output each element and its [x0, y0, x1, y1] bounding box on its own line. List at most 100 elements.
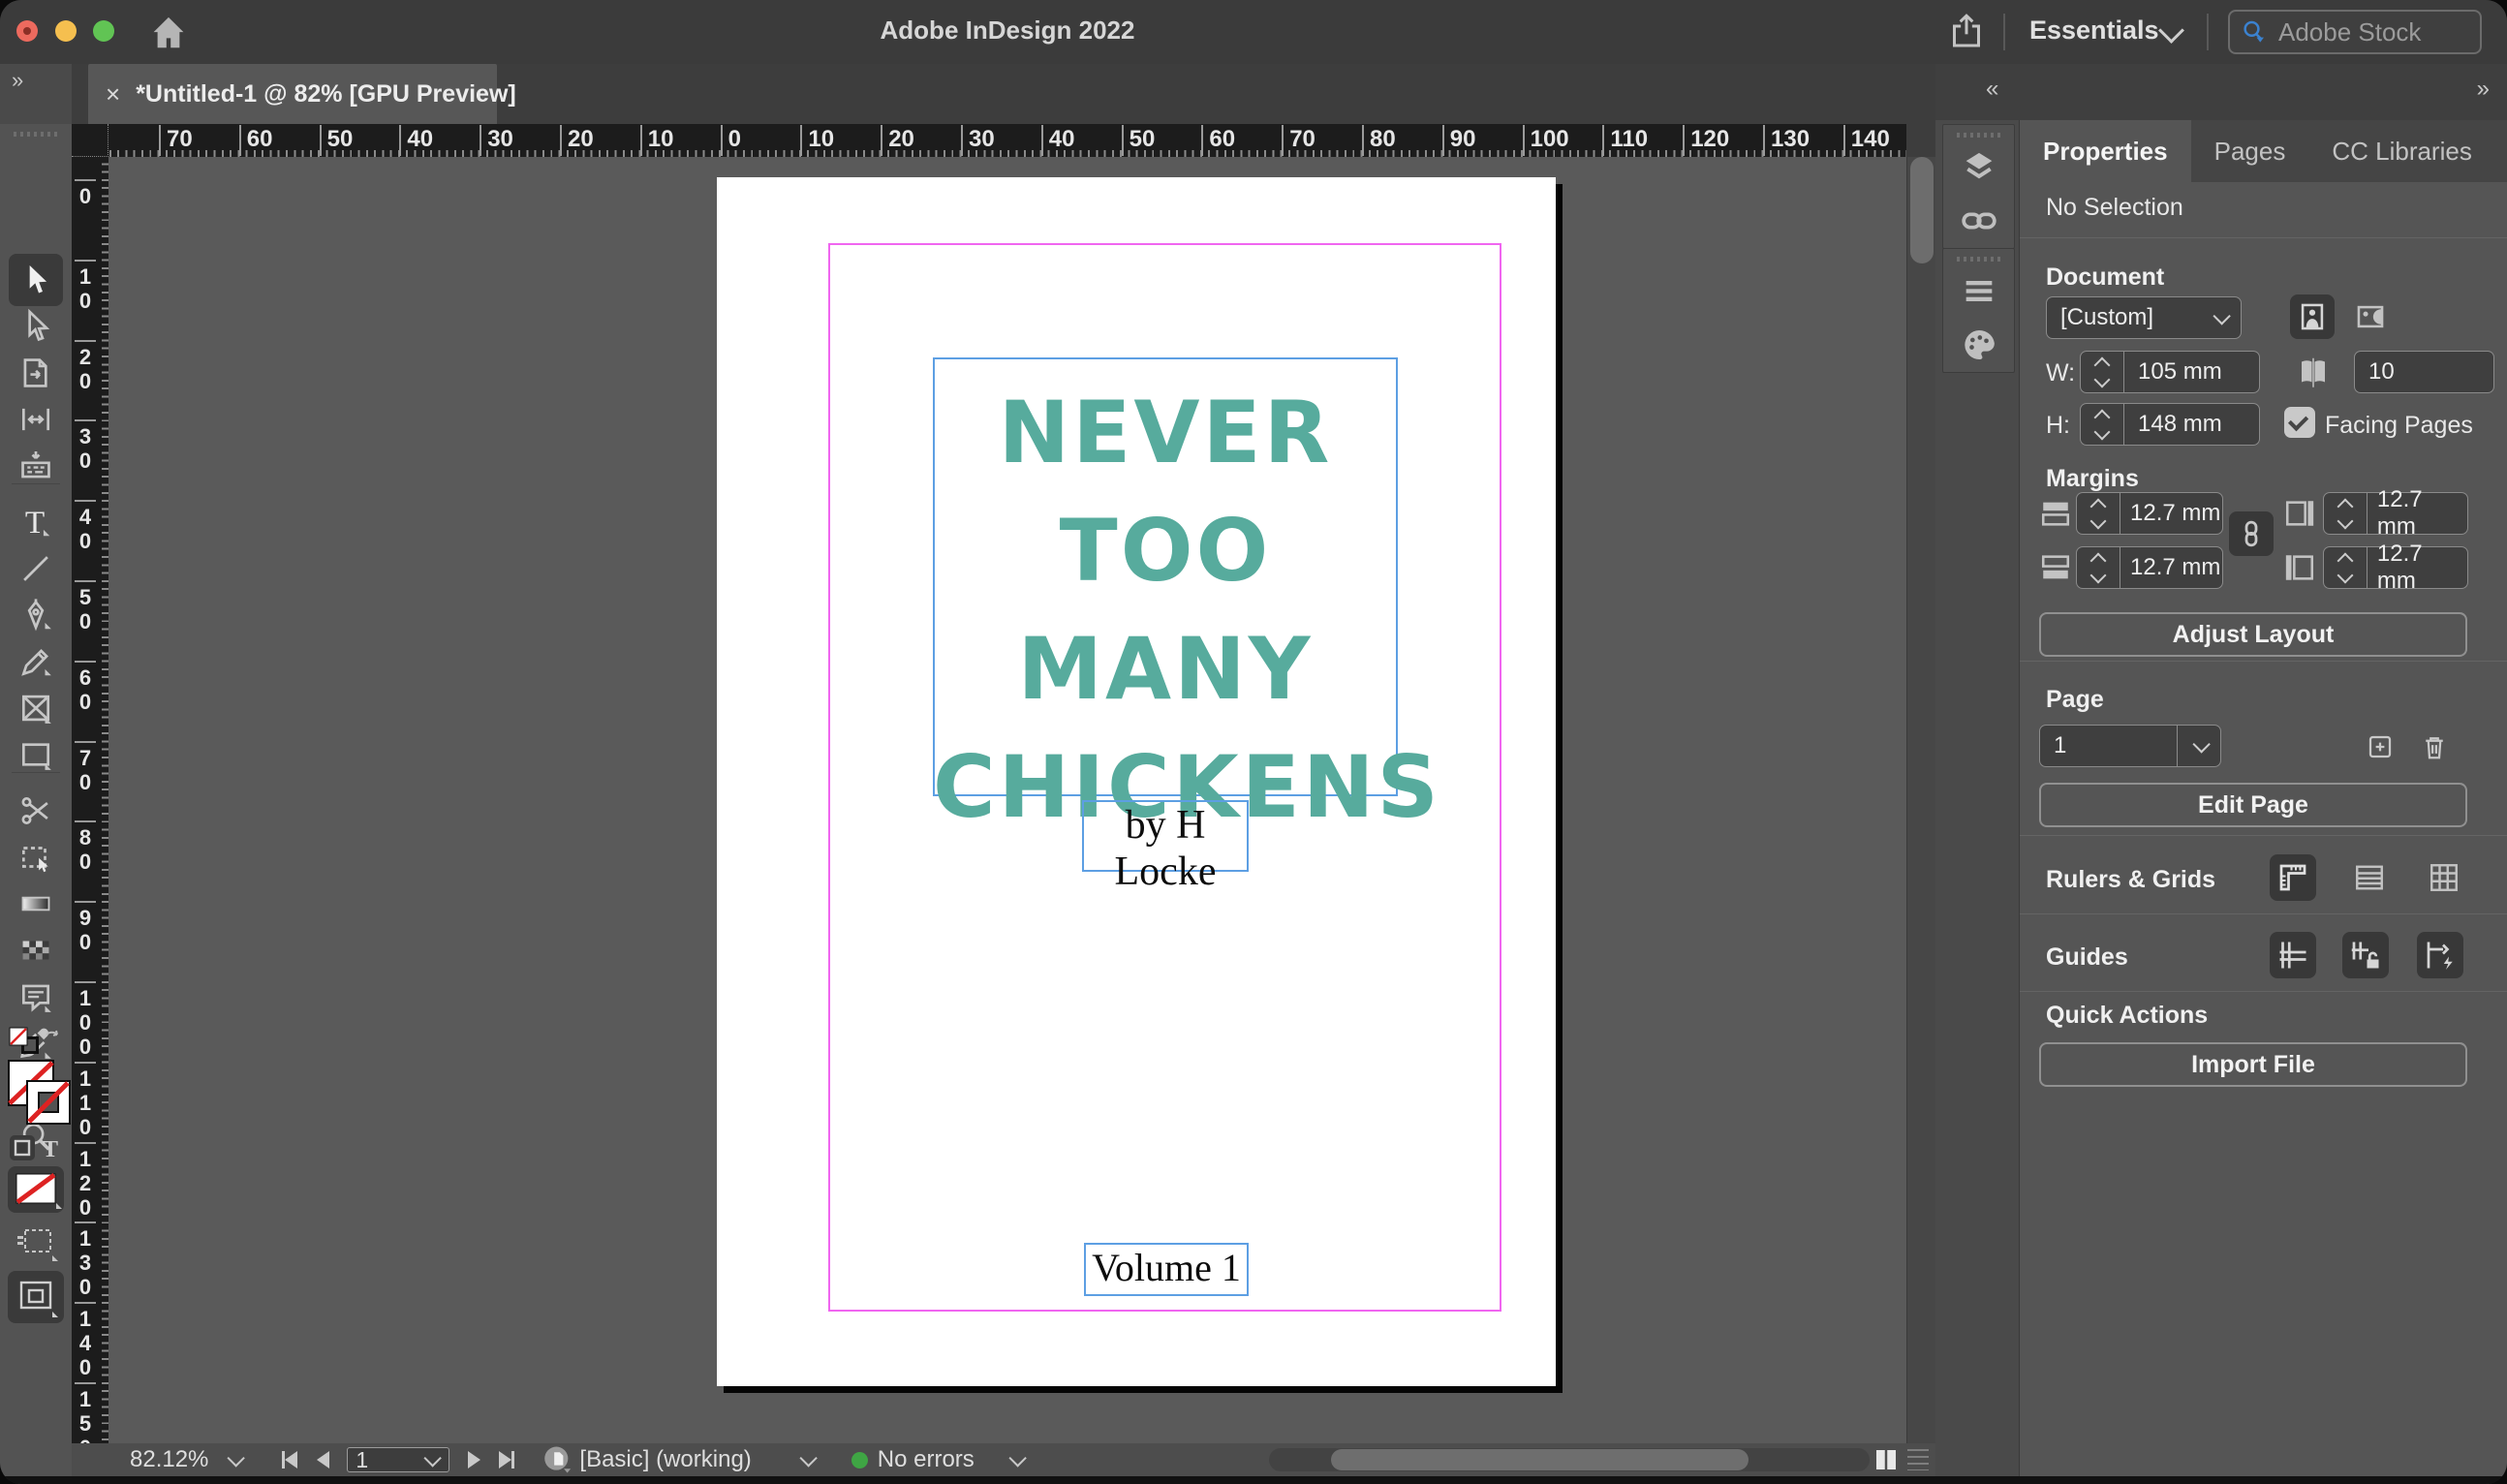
vertical-scrollbar-thumb[interactable] — [1910, 157, 1934, 263]
share-icon[interactable] — [1947, 12, 1986, 52]
toolbar-expand-icon[interactable]: » — [0, 64, 72, 124]
tab-pages[interactable]: Pages — [2191, 120, 2309, 182]
height-field[interactable]: 148 mm — [2080, 403, 2260, 446]
margin-outside-field[interactable]: 12.7 mm — [2323, 486, 2468, 540]
document-preset-select[interactable]: [Custom] — [2046, 296, 2242, 339]
lock-guides-button[interactable] — [2342, 932, 2389, 978]
document-grid-button[interactable] — [2421, 854, 2467, 901]
dock-grip[interactable] — [1956, 257, 2001, 262]
zoom-level-chevron-icon[interactable] — [227, 1448, 246, 1468]
pen-tool-tool-icon[interactable] — [13, 593, 59, 637]
direct-selection-tool-icon[interactable] — [13, 304, 59, 349]
width-field[interactable]: 105 mm — [2080, 351, 2260, 393]
workspace-switcher[interactable]: Essentials — [2029, 15, 2159, 46]
preflight-chevron-icon[interactable] — [799, 1448, 818, 1468]
tab-cc-libraries[interactable]: CC Libraries — [2308, 120, 2495, 182]
zoom-window-button[interactable] — [93, 20, 114, 42]
free-transform-tool-tool-icon[interactable] — [13, 835, 59, 880]
apply-color-button[interactable] — [8, 1166, 64, 1213]
h-ruler-label: 140 — [1842, 125, 1890, 156]
horizontal-scrollbar-thumb[interactable] — [1331, 1449, 1749, 1470]
horizontal-ruler[interactable]: 70 60 50 40 30 20 10 0 10 20 30 40 50 60 70 80 90 100 110 1… — [72, 124, 1906, 157]
type-tool-tool-icon[interactable]: T — [13, 500, 59, 544]
gradient-feather-tool-tool-icon[interactable] — [13, 928, 59, 973]
orientation-portrait-button[interactable] — [2290, 294, 2335, 339]
expand-panels-icon[interactable]: » — [2477, 76, 2492, 103]
home-icon[interactable] — [147, 12, 190, 54]
height-stepper[interactable] — [2081, 404, 2124, 445]
page-select[interactable]: 1 — [2039, 725, 2221, 767]
import-file-button[interactable]: Import File — [2039, 1042, 2467, 1087]
zoom-level[interactable]: 82.12% — [130, 1446, 208, 1473]
selection-tool-icon[interactable] — [9, 254, 63, 306]
note-tool-tool-icon[interactable] — [13, 974, 59, 1019]
scissors-tool-tool-icon[interactable] — [13, 788, 59, 833]
h-ruler-label: 130 — [1763, 125, 1810, 156]
content-collector-tool-icon[interactable] — [13, 444, 59, 488]
ruler-origin-corner[interactable] — [72, 124, 108, 157]
horizontal-scrollbar[interactable] — [1269, 1448, 1870, 1471]
facing-pages-label: Facing Pages — [2325, 412, 2473, 439]
pages-count-field[interactable]: 10 — [2354, 351, 2494, 393]
baseline-grid-button[interactable] — [2346, 854, 2393, 901]
tab-properties[interactable]: Properties — [2020, 120, 2191, 182]
preflight-icon[interactable] — [541, 1443, 573, 1476]
links-panel-icon[interactable] — [1943, 194, 2014, 248]
error-status[interactable]: No errors — [878, 1446, 975, 1473]
add-page-icon[interactable] — [2364, 730, 2397, 763]
previous-page-button[interactable] — [306, 1451, 339, 1469]
line-tool-tool-icon[interactable] — [13, 546, 59, 591]
page-number-field[interactable]: 1 — [347, 1447, 450, 1472]
next-page-button[interactable] — [457, 1451, 490, 1469]
pencil-tool-tool-icon[interactable] — [13, 639, 59, 684]
formatting-affects-toggle[interactable]: T — [8, 1133, 66, 1162]
error-status-chevron-icon[interactable] — [1008, 1448, 1027, 1468]
collapse-panels-icon[interactable]: « — [1986, 76, 2000, 103]
vertical-scrollbar[interactable] — [1906, 157, 1936, 1443]
smart-guides-button[interactable] — [2417, 932, 2463, 978]
paragraph-styles-panel-icon[interactable] — [1943, 263, 2014, 318]
toolbar-grip[interactable] — [14, 132, 58, 137]
fill-stroke-swatches[interactable] — [8, 1060, 72, 1128]
screen-mode-icon[interactable] — [14, 1224, 60, 1263]
rectangle-tool-tool-icon[interactable] — [13, 732, 59, 777]
indesign-window: Adobe InDesign 2022 Essentials Adobe Sto… — [0, 0, 2507, 1484]
swatches-panel-icon[interactable] — [1943, 318, 2014, 372]
layers-panel-icon[interactable] — [1943, 139, 2014, 194]
margin-bottom-field[interactable]: 12.7 mm — [2076, 546, 2223, 589]
page-tool-tool-icon[interactable] — [13, 351, 59, 395]
edit-page-button[interactable]: Edit Page — [2039, 783, 2467, 827]
link-margins-button[interactable] — [2229, 511, 2274, 556]
chevron-down-icon[interactable] — [2158, 17, 2184, 45]
gap-tool-tool-icon[interactable] — [13, 397, 59, 442]
margin-top-field[interactable]: 12.7 mm — [2076, 492, 2223, 535]
minimize-window-button[interactable] — [55, 20, 77, 42]
h-ruler-label: 30 — [961, 125, 995, 156]
margin-inside-field[interactable]: 12.7 mm — [2323, 541, 2468, 594]
dock-grip[interactable] — [1956, 133, 2001, 138]
close-tab-icon[interactable]: × — [106, 79, 120, 109]
preflight-profile[interactable]: [Basic] (working) — [579, 1446, 751, 1473]
gradient-tool-tool-icon[interactable] — [13, 881, 59, 926]
spread-view-icon[interactable] — [1872, 1446, 1901, 1480]
first-page-button[interactable] — [273, 1451, 306, 1469]
default-fill-stroke-icon[interactable] — [8, 1027, 64, 1060]
page-list-chevron-icon[interactable] — [423, 1448, 443, 1468]
adobe-stock-search[interactable]: Adobe Stock — [2228, 10, 2482, 54]
show-guides-button[interactable] — [2270, 932, 2316, 978]
last-page-button[interactable] — [490, 1451, 523, 1469]
delete-page-icon[interactable] — [2418, 730, 2451, 763]
vertical-ruler[interactable]: 01 02 03 04 05 06 07 08 09 01 0 01 1 01 … — [72, 157, 108, 1460]
close-window-button[interactable] — [16, 20, 38, 42]
document-tab[interactable]: × *Untitled-1 @ 82% [GPU Preview] — [88, 64, 516, 124]
orientation-landscape-button[interactable] — [2348, 294, 2393, 339]
adjust-layout-button[interactable]: Adjust Layout — [2039, 612, 2467, 657]
show-rulers-button[interactable] — [2270, 854, 2316, 901]
facing-pages-checkbox[interactable] — [2284, 407, 2315, 438]
width-stepper[interactable] — [2081, 352, 2124, 392]
view-options-icon[interactable] — [8, 1271, 64, 1323]
resize-grip[interactable] — [1907, 1449, 1929, 1470]
frame-tool-tool-icon[interactable] — [13, 686, 59, 730]
document-canvas[interactable]: NEVER TOO MANY CHICKENS by H Locke Volum… — [108, 157, 1906, 1443]
svg-text:T: T — [25, 505, 45, 541]
